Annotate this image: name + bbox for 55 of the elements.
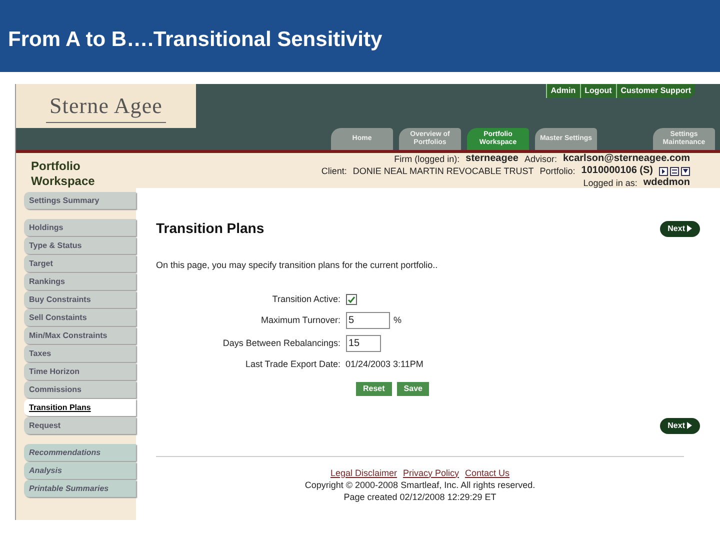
form-button[interactable]: Save [396,382,430,396]
sidebar-item[interactable]: Sell Constaints [24,309,136,326]
sidebar-item[interactable]: Printable Summaries [24,480,136,497]
input-field[interactable]: 5 [346,312,390,329]
sidebar-item[interactable]: Type & Status [24,237,136,254]
sidebar-item[interactable]: Settings Summary [24,192,136,209]
sidebar-item[interactable]: Analysis [24,462,136,479]
field-label: Client: [321,165,347,177]
field-value: wdedmon [643,177,690,189]
field-value: DONIE NEAL MARTIN REVOCABLE TRUST [352,165,534,177]
triangle-icon [687,225,692,232]
next-button[interactable]: Next [660,418,700,434]
footer-link[interactable]: Legal Disclaimer [330,466,397,478]
field-label: Portfolio: [540,165,576,177]
sidebar-item[interactable]: Buy Constraints [24,291,136,308]
sidebar-item[interactable]: Commissions [24,381,136,398]
unit-label: % [394,314,402,327]
page-created-text: Page created 02/12/2008 12:29:29 ET [344,490,496,502]
sidebar-item[interactable]: Recommendations [24,444,136,461]
field-label: Advisor: [524,153,557,165]
field-value: sterneagee [466,153,518,165]
section-title: Portfolio Workspace [31,158,96,188]
header-link[interactable]: Customer Support [616,84,695,98]
sidebar-item[interactable]: Holdings [24,219,136,236]
field-value: kcarlson@sterneagee.com [562,153,690,165]
field-label: Last Trade Export Date: [244,358,340,371]
header-link[interactable]: Logout [580,84,616,98]
field-value: 1010000106 (S) [581,165,653,177]
field-label: Firm (logged in): [394,153,460,165]
field-label: Logged in as: [583,177,638,189]
intro-text: On this page, you may specify transition plans for the current portfolio.. [156,259,439,272]
slide-title: From A to B….Transitional Sensitivity [8,27,382,53]
page-heading: Transition Plans [156,219,264,238]
footer-link[interactable]: Contact Us [465,466,510,478]
checkbox[interactable] [346,294,356,305]
field-label: Transition Active: [271,292,340,306]
copyright-text: Copyright © 2000-2008 Smartleaf, Inc. All rights reserved. [304,478,536,490]
play-icon[interactable] [659,166,668,176]
field-label: Days Between Rebalancings: [222,336,340,350]
triangle-icon [687,422,692,429]
footer-link[interactable]: Privacy Policy [402,466,459,478]
form-button[interactable]: Reset [356,382,392,396]
field-value: 01/24/2003 3:11PM [346,358,424,371]
sidebar-item[interactable]: Time Horizon [24,363,136,380]
field-label: Maximum Turnover: [260,314,340,327]
input-field[interactable]: 15 [346,335,380,352]
sidebar-item[interactable]: Transition Plans [24,399,136,416]
sidebar-item[interactable]: Min/Max Constraints [24,327,136,344]
sidebar-item[interactable]: Target [24,255,136,272]
sidebar-item[interactable]: Request [24,417,136,434]
sidebar-item[interactable]: Taxes [24,345,136,362]
header-link[interactable]: Admin [546,84,580,98]
next-button[interactable]: Next [660,220,700,236]
logo: Sterne Agee [46,89,166,123]
sidebar-item[interactable]: Rankings [24,273,136,290]
